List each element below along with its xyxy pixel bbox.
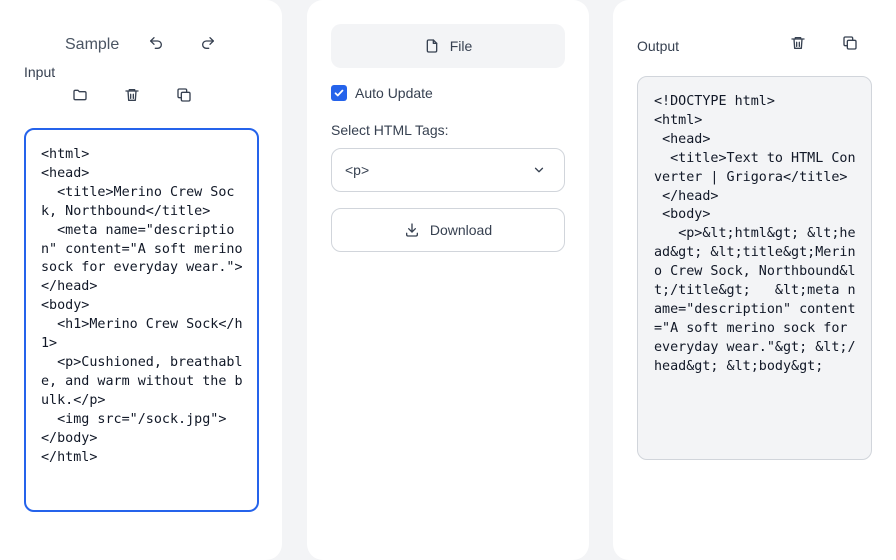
trash-icon[interactable]	[785, 30, 811, 56]
copy-icon[interactable]	[837, 30, 863, 56]
input-panel: Sample Input <html> <head> <title>Merino…	[0, 0, 282, 560]
folder-icon[interactable]	[67, 82, 93, 108]
download-icon	[405, 223, 418, 237]
copy-icon[interactable]	[171, 82, 197, 108]
chevron-down-icon	[534, 167, 544, 173]
redo-icon[interactable]	[195, 30, 221, 56]
auto-update-checkbox[interactable]	[331, 85, 347, 101]
output-label: Output	[637, 38, 680, 54]
file-icon	[426, 39, 438, 53]
undo-icon[interactable]	[143, 30, 169, 56]
file-button-label: File	[449, 38, 473, 54]
trash-icon[interactable]	[119, 82, 145, 108]
download-button-label: Download	[429, 222, 493, 238]
controls-panel: File Auto Update Select HTML Tags: <p> D…	[307, 0, 589, 560]
auto-update-toggle[interactable]: Auto Update	[331, 85, 433, 101]
file-button[interactable]: File	[331, 24, 565, 68]
output-panel: Output <!DOCTYPE html> <html> <head> <ti…	[613, 0, 896, 560]
input-label: Input	[24, 64, 56, 80]
input-textarea[interactable]: <html> <head> <title>Merino Crew Sock, N…	[24, 128, 259, 512]
selected-tag-value: <p>	[345, 162, 370, 178]
output-code: <!DOCTYPE html> <html> <head> <title>Tex…	[637, 76, 872, 460]
tag-select[interactable]: <p>	[331, 148, 565, 192]
download-button[interactable]: Download	[331, 208, 565, 252]
check-icon	[334, 89, 344, 97]
sample-button[interactable]: Sample	[65, 36, 119, 54]
select-tags-label: Select HTML Tags:	[331, 122, 449, 138]
auto-update-label: Auto Update	[355, 85, 433, 101]
